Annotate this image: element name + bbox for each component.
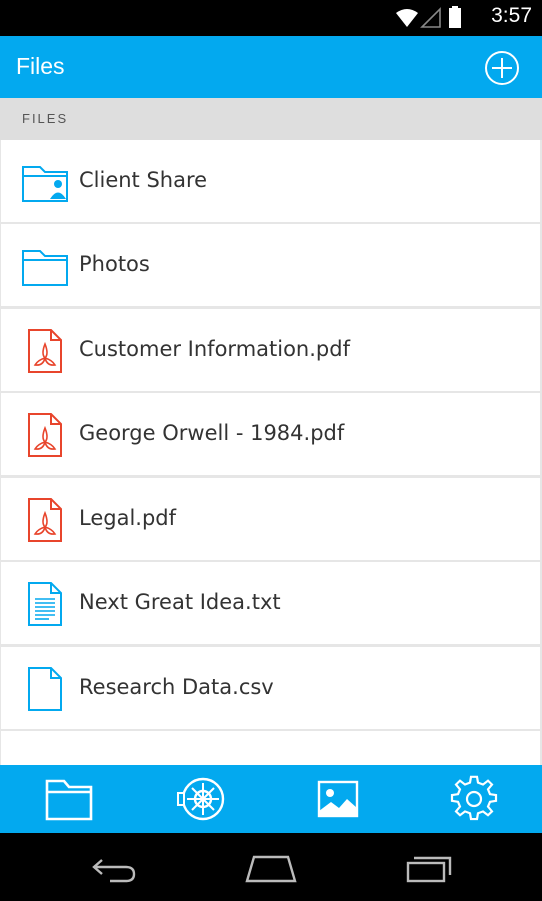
file-list: Client Share Photos Customer Information… bbox=[0, 140, 542, 765]
image-icon bbox=[317, 780, 359, 818]
list-item[interactable]: George Orwell - 1984.pdf bbox=[1, 393, 540, 475]
system-nav-bar bbox=[0, 833, 542, 901]
file-name: Research Data.csv bbox=[79, 675, 274, 699]
home-icon bbox=[245, 855, 297, 883]
page-title: Files bbox=[16, 53, 65, 79]
pdf-icon bbox=[28, 413, 62, 457]
tab-secure[interactable] bbox=[177, 775, 227, 823]
list-item[interactable]: Legal.pdf bbox=[1, 478, 540, 560]
folder-icon bbox=[22, 250, 68, 286]
shared-folder-icon bbox=[22, 166, 68, 202]
file-name: Client Share bbox=[79, 168, 208, 192]
tab-files[interactable] bbox=[44, 775, 94, 823]
list-item[interactable]: Customer Information.pdf bbox=[1, 309, 540, 391]
status-icons bbox=[396, 6, 461, 28]
list-item[interactable]: Research Data.csv bbox=[1, 647, 540, 729]
add-button[interactable] bbox=[484, 50, 520, 86]
section-header-label: FILES bbox=[22, 111, 69, 126]
blank-file-icon bbox=[28, 667, 62, 711]
pdf-icon bbox=[28, 498, 62, 542]
cell-signal-icon bbox=[420, 7, 441, 28]
back-icon bbox=[92, 859, 136, 883]
status-bar: 3:57 bbox=[0, 0, 542, 36]
folder-icon bbox=[45, 779, 93, 821]
tab-settings[interactable] bbox=[449, 775, 499, 823]
wifi-icon bbox=[396, 9, 418, 27]
gear-icon bbox=[450, 775, 498, 821]
list-item-partial[interactable] bbox=[1, 731, 540, 765]
recents-icon bbox=[406, 856, 452, 883]
app-bar: Files bbox=[0, 36, 542, 98]
add-circle-icon bbox=[485, 51, 519, 85]
back-button[interactable] bbox=[88, 853, 138, 883]
battery-icon bbox=[449, 6, 461, 28]
recents-button[interactable] bbox=[405, 853, 455, 883]
ship-wheel-icon bbox=[177, 777, 225, 821]
status-time: 3:57 bbox=[491, 4, 532, 27]
home-button[interactable] bbox=[244, 853, 298, 883]
text-file-icon bbox=[28, 582, 62, 626]
tab-photos[interactable] bbox=[313, 775, 363, 823]
list-item[interactable]: Next Great Idea.txt bbox=[1, 562, 540, 644]
file-name: Customer Information.pdf bbox=[79, 337, 350, 361]
file-name: Legal.pdf bbox=[79, 506, 177, 530]
section-header: FILES bbox=[0, 98, 542, 140]
bottom-tab-bar bbox=[0, 765, 542, 833]
pdf-icon bbox=[28, 329, 62, 373]
list-item[interactable]: Client Share bbox=[1, 140, 540, 222]
file-name: Photos bbox=[79, 252, 150, 276]
file-name: Next Great Idea.txt bbox=[79, 590, 281, 614]
list-item[interactable]: Photos bbox=[1, 224, 540, 306]
file-name: George Orwell - 1984.pdf bbox=[79, 421, 345, 445]
